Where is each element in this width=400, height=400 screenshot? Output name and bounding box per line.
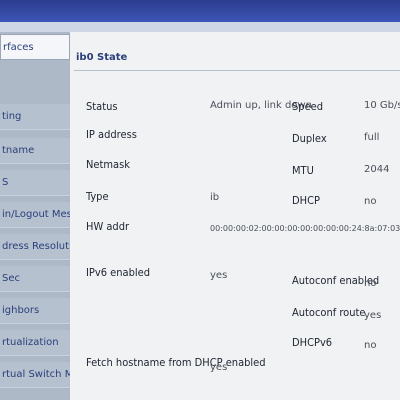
hw-addr-value: 00:00:00:02:00:00:00:00:00:00:00:24:8a:0… <box>210 224 400 233</box>
sidebar-item-label: tname <box>2 145 35 156</box>
sidebar-item-login-messages[interactable]: in/Logout Messages <box>0 202 70 228</box>
section-divider <box>74 70 400 71</box>
hw-addr-label: HW addr <box>86 220 130 233</box>
netmask-label: Netmask <box>86 158 130 171</box>
speed-label: Speed <box>292 100 324 113</box>
interface-state-panel: ib0 State Status Admin up, link down Spe… <box>70 32 400 400</box>
sidebar-item-label: ighbors <box>2 305 40 316</box>
sidebar-item-label: rtualization <box>2 337 59 348</box>
sidebar-item-virtual-switch-mgmt[interactable]: rtual Switch Mgmt <box>0 362 70 388</box>
sidebar-item-dns[interactable]: S <box>0 170 70 196</box>
title-bar <box>0 0 400 22</box>
ipv6-enabled-value: yes <box>210 270 228 281</box>
sidebar-item-label: S <box>2 177 9 188</box>
mtu-label: MTU <box>292 164 314 177</box>
dhcpv6-label: DHCPv6 <box>292 336 333 349</box>
duplex-label: Duplex <box>292 132 327 145</box>
sidebar-item-label: dress Resolution <box>2 241 70 252</box>
sidebar: rfaces ting tname S in/Logout Messages d… <box>0 32 71 400</box>
type-label: Type <box>86 190 109 203</box>
dhcp-label: DHCP <box>292 194 320 207</box>
sidebar-item-routing[interactable]: ting <box>0 104 70 130</box>
autoconf-enabled-value: no <box>364 278 377 289</box>
sidebar-item-label: ting <box>2 111 22 122</box>
sidebar-item-label: in/Logout Messages <box>2 209 70 220</box>
dhcpv6-value: no <box>364 340 377 351</box>
ipv6-enabled-label: IPv6 enabled <box>86 266 151 279</box>
sidebar-item-address-resolution[interactable]: dress Resolution <box>0 234 70 260</box>
dhcp-value: no <box>364 196 377 207</box>
ip-address-label: IP address <box>86 128 137 141</box>
sidebar-item-interfaces[interactable]: rfaces <box>0 34 70 60</box>
autoconf-route-label: Autoconf route <box>292 306 366 319</box>
fetch-hostname-label: Fetch hostname from DHCP enabled <box>86 356 266 369</box>
autoconf-route-value: yes <box>364 310 382 321</box>
sidebar-item-ipsec[interactable]: Sec <box>0 266 70 292</box>
sidebar-item-virtualization[interactable]: rtualization <box>0 330 70 356</box>
speed-value: 10 Gb/sec <box>364 100 400 111</box>
mtu-value: 2044 <box>364 164 390 175</box>
sidebar-item-label: Sec <box>2 273 20 284</box>
sidebar-item-label: rtual Switch Mgmt <box>2 369 70 380</box>
sidebar-item-neighbors[interactable]: ighbors <box>0 298 70 324</box>
status-label: Status <box>86 100 118 113</box>
sidebar-item-hostname[interactable]: tname <box>0 138 70 164</box>
fetch-hostname-value: yes <box>210 362 228 373</box>
type-value: ib <box>210 192 220 203</box>
sidebar-item-label: rfaces <box>3 41 34 53</box>
section-title: ib0 State <box>76 52 128 63</box>
header-strip <box>0 22 400 32</box>
duplex-value: full <box>364 132 380 143</box>
